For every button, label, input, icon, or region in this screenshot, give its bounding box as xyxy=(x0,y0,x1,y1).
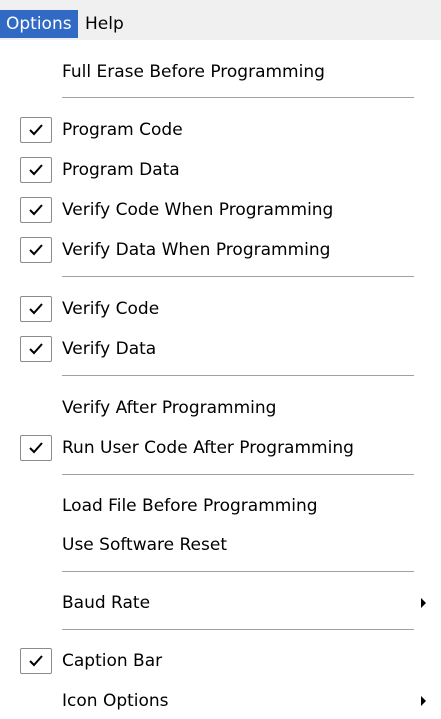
menu-separator xyxy=(62,276,414,278)
menu-item-program-data[interactable]: Program Data xyxy=(0,155,441,185)
menu-item-label: Full Erase Before Programming xyxy=(62,62,325,82)
menu-item-label: Run User Code After Programming xyxy=(62,438,354,458)
options-dropdown-menu: Full Erase Before Programming Program Co… xyxy=(0,40,441,719)
menu-item-baud-rate[interactable]: Baud Rate xyxy=(0,588,441,618)
menu-item-label: Baud Rate xyxy=(62,593,151,613)
menu-item-label: Program Code xyxy=(62,120,183,140)
menu-item-verify-code[interactable]: Verify Code xyxy=(0,294,441,324)
menu-item-icon-options[interactable]: Icon Options xyxy=(0,686,441,716)
menu-item-label: Load File Before Programming xyxy=(62,496,318,516)
menu-item-run-user-code-after-programming[interactable]: Run User Code After Programming xyxy=(0,433,441,463)
checkmark-icon xyxy=(20,237,52,263)
menu-separator xyxy=(62,375,414,377)
menu-bar: Options Help xyxy=(0,0,441,40)
submenu-arrow-icon xyxy=(421,598,426,608)
menu-item-label: Icon Options xyxy=(62,691,169,711)
menu-item-label: Program Data xyxy=(62,160,180,180)
menu-item-label: Verify Data xyxy=(62,339,157,359)
menu-separator xyxy=(62,629,414,631)
checkmark-icon xyxy=(20,157,52,183)
menu-item-use-software-reset[interactable]: Use Software Reset xyxy=(0,530,441,560)
menu-item-verify-data[interactable]: Verify Data xyxy=(0,334,441,364)
menu-item-verify-data-when-programming[interactable]: Verify Data When Programming xyxy=(0,235,441,265)
menu-item-caption-bar[interactable]: Caption Bar xyxy=(0,646,441,676)
menubar-help[interactable]: Help xyxy=(79,10,130,38)
menu-item-label: Verify Code When Programming xyxy=(62,200,334,220)
menu-item-verify-after-programming[interactable]: Verify After Programming xyxy=(0,393,441,423)
menu-item-program-code[interactable]: Program Code xyxy=(0,115,441,145)
menu-separator xyxy=(62,97,414,99)
menu-separator xyxy=(62,474,414,476)
menu-item-label: Caption Bar xyxy=(62,651,163,671)
submenu-arrow-icon xyxy=(421,696,426,706)
menu-separator xyxy=(62,571,414,573)
checkmark-icon xyxy=(20,197,52,223)
checkmark-icon xyxy=(20,336,52,362)
menu-item-label: Verify Data When Programming xyxy=(62,240,331,260)
checkmark-icon xyxy=(20,648,52,674)
menu-item-label: Verify After Programming xyxy=(62,398,277,418)
checkmark-icon xyxy=(20,296,52,322)
menu-item-label: Verify Code xyxy=(62,299,160,319)
checkmark-icon xyxy=(20,117,52,143)
menubar-options[interactable]: Options xyxy=(0,10,78,38)
menu-item-full-erase-before-programming[interactable]: Full Erase Before Programming xyxy=(0,57,441,87)
checkmark-icon xyxy=(20,435,52,461)
menu-item-load-file-before-programming[interactable]: Load File Before Programming xyxy=(0,491,441,521)
menu-item-label: Use Software Reset xyxy=(62,535,227,555)
menu-item-verify-code-when-programming[interactable]: Verify Code When Programming xyxy=(0,195,441,225)
